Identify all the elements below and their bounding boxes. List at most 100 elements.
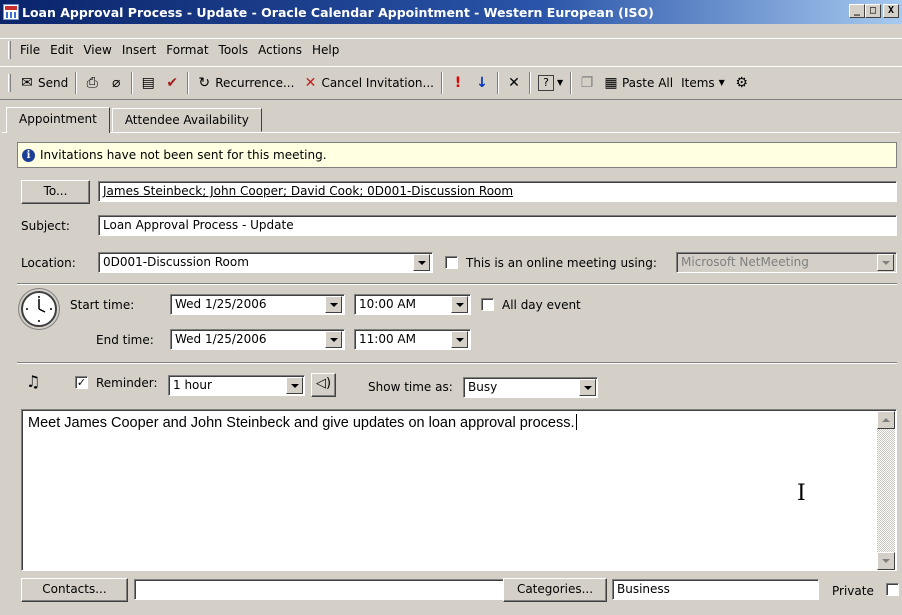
notes-textarea[interactable]: Meet James Cooper and John Steinbeck and…: [21, 409, 897, 571]
menu-edit[interactable]: Edit: [45, 43, 78, 57]
menu-insert[interactable]: Insert: [117, 43, 161, 57]
maximize-button[interactable]: □: [865, 4, 881, 18]
menu-grip[interactable]: [8, 40, 11, 59]
divider: [17, 283, 897, 285]
low-importance-icon: ↓: [476, 75, 488, 91]
menu-format[interactable]: Format: [161, 43, 213, 57]
clock-icon: [21, 291, 57, 327]
online-meeting-dropdown-button: [877, 254, 894, 271]
contacts-field[interactable]: [134, 579, 505, 600]
toolbar: ✉ Send ⎙ ⌀ ▤ ✔ ↻ Recurrence... ✕ Cancel …: [0, 66, 902, 100]
check-names-button[interactable]: ✔: [160, 73, 184, 93]
calendar-app-icon: [3, 4, 19, 20]
info-bar: i Invitations have not been sent for thi…: [17, 142, 897, 168]
title-bar[interactable]: Loan Approval Process - Update - Oracle …: [0, 0, 902, 24]
show-time-as-label: Show time as:: [368, 380, 453, 394]
tools-button[interactable]: ⚙: [730, 73, 754, 93]
delete-icon: ✕: [508, 75, 520, 91]
all-day-checkbox[interactable]: [481, 298, 494, 311]
speaker-icon: ◁): [315, 376, 332, 391]
tools-icon: ⚙: [735, 75, 748, 91]
clock-face: [26, 296, 52, 322]
private-checkbox[interactable]: [886, 583, 899, 596]
toolbar-separator: [131, 72, 134, 94]
toolbar-separator: [528, 72, 531, 94]
paste-all-button[interactable]: ▦ Paste All: [599, 73, 677, 93]
help-icon: ?: [537, 75, 554, 91]
toolbar-separator: [187, 72, 190, 94]
scroll-down-button[interactable]: [877, 552, 895, 570]
reminder-sound-button[interactable]: ◁): [311, 373, 336, 397]
toolbar-separator: [569, 72, 572, 94]
reminder-checkbox[interactable]: ✓: [75, 376, 88, 389]
start-time-dropdown-button[interactable]: [451, 296, 468, 313]
recurrence-button[interactable]: ↻ Recurrence...: [192, 73, 298, 93]
location-dropdown-button[interactable]: [413, 254, 430, 271]
minimize-button[interactable]: _: [849, 4, 865, 18]
high-importance-icon: !: [454, 75, 462, 91]
check-names-icon: ✔: [166, 75, 179, 91]
paperclip-icon: ⌀: [112, 75, 121, 91]
scroll-up-button[interactable]: [877, 411, 895, 429]
contacts-button[interactable]: Contacts...: [21, 578, 128, 602]
toolbar-grip[interactable]: [8, 74, 11, 92]
cancel-invitation-icon: ✕: [304, 75, 317, 91]
print-button[interactable]: ⎙: [80, 73, 104, 93]
location-field[interactable]: 0D001-Discussion Room: [98, 252, 433, 273]
address-book-button[interactable]: ▤: [136, 73, 160, 93]
high-importance-button[interactable]: !: [446, 73, 470, 93]
send-button[interactable]: ✉ Send: [15, 73, 72, 93]
show-time-as-dropdown-button[interactable]: [579, 379, 596, 396]
cancel-invitation-label: Cancel Invitation...: [321, 76, 434, 90]
categories-field[interactable]: Business: [612, 579, 819, 600]
end-date-dropdown-button[interactable]: [325, 331, 342, 348]
toolbar-separator: [496, 72, 499, 94]
delete-button[interactable]: ✕: [502, 73, 526, 93]
menu-view[interactable]: View: [78, 43, 116, 57]
show-time-as-select[interactable]: Busy: [463, 377, 598, 398]
categories-button[interactable]: Categories...: [503, 578, 607, 602]
address-book-icon: ▤: [141, 75, 155, 91]
toolbar-separator: [440, 72, 443, 94]
online-meeting-select: Microsoft NetMeeting: [676, 252, 897, 273]
low-importance-button[interactable]: ↓: [470, 73, 494, 93]
paste-all-label: Paste All: [621, 76, 674, 90]
toolbar-separator: [75, 72, 78, 94]
to-button[interactable]: To...: [21, 180, 90, 204]
to-field[interactable]: James Steinbeck; John Cooper; David Cook…: [98, 181, 897, 202]
tab-appointment[interactable]: Appointment: [6, 107, 110, 133]
attach-button[interactable]: ⌀: [104, 73, 128, 93]
subject-field[interactable]: Loan Approval Process - Update: [98, 215, 897, 236]
cancel-invitation-button[interactable]: ✕ Cancel Invitation...: [298, 73, 438, 93]
paste-all-icon: ▦: [604, 75, 618, 91]
reminder-label: Reminder:: [96, 376, 158, 390]
all-day-label: All day event: [502, 298, 581, 312]
items-button[interactable]: Items ▼: [677, 73, 730, 93]
menu-help[interactable]: Help: [307, 43, 344, 57]
tab-strip: Appointment Attendee Availability: [6, 107, 264, 133]
menu-file[interactable]: File: [15, 43, 45, 57]
tab-attendee-availability[interactable]: Attendee Availability: [111, 108, 262, 132]
help-button[interactable]: ? ▼: [534, 73, 567, 93]
close-button[interactable]: X: [883, 4, 899, 18]
copy-icon: ❐: [580, 75, 594, 91]
items-label: Items: [681, 76, 715, 90]
notes-scrollbar[interactable]: [877, 411, 895, 570]
start-date-dropdown-button[interactable]: [325, 296, 342, 313]
send-label: Send: [38, 76, 69, 90]
start-date-field[interactable]: Wed 1/25/2006: [170, 294, 345, 315]
send-icon: ✉: [21, 75, 33, 91]
end-time-dropdown-button[interactable]: [451, 331, 468, 348]
info-icon: i: [22, 148, 35, 162]
notes-content: Meet James Cooper and John Steinbeck and…: [28, 415, 575, 431]
copy-button[interactable]: ❐: [575, 73, 599, 93]
reminder-dropdown-button[interactable]: [286, 377, 303, 394]
divider: [17, 362, 897, 364]
menu-tools[interactable]: Tools: [214, 43, 254, 57]
online-meeting-checkbox[interactable]: [445, 256, 458, 269]
menu-actions[interactable]: Actions: [253, 43, 307, 57]
end-date-field[interactable]: Wed 1/25/2006: [170, 329, 345, 350]
online-meeting-label: This is an online meeting using:: [466, 256, 657, 270]
reminder-select[interactable]: 1 hour: [168, 375, 305, 396]
recurrence-label: Recurrence...: [215, 76, 295, 90]
